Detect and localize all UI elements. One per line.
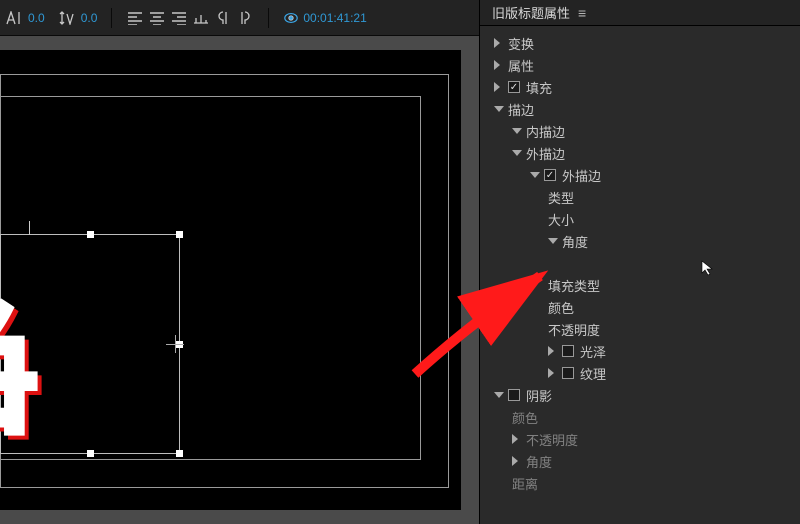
- properties-list: 变换 属性 ✓ 填充 描边 内描边 添加 外描边: [480, 26, 800, 494]
- resize-handle[interactable]: [87, 450, 94, 457]
- toolbar-divider: [111, 8, 112, 28]
- align-left-icon[interactable]: [126, 9, 144, 27]
- title-text-fill-layer: 静: [0, 235, 35, 457]
- prop-shadow-opacity[interactable]: 不透明度: [488, 428, 800, 450]
- kerning-control[interactable]: 0.0: [6, 9, 45, 27]
- resize-handle[interactable]: [176, 450, 183, 457]
- mouse-cursor-icon: [701, 260, 717, 276]
- section-attributes[interactable]: 属性: [488, 54, 800, 76]
- prop-shadow-color: 颜色: [488, 406, 800, 428]
- section-transform[interactable]: 变换: [488, 32, 800, 54]
- prop-angle[interactable]: 角度 0.0 °: [488, 230, 800, 252]
- toolbar-divider: [268, 8, 269, 28]
- title-text-bounding-box[interactable]: 静 静: [0, 234, 180, 454]
- section-stroke[interactable]: 描边: [488, 98, 800, 120]
- resize-handle[interactable]: [87, 231, 94, 238]
- prop-shadow-distance: 距离: [488, 472, 800, 494]
- panel-header: 旧版标题属性 ≡: [480, 0, 800, 26]
- title-text[interactable]: 静 静: [0, 235, 181, 457]
- prop-shadow-angle[interactable]: 角度: [488, 450, 800, 472]
- panel-title: 旧版标题属性: [492, 3, 570, 22]
- twisty-icon[interactable]: [494, 60, 504, 70]
- outer-stroke-checkbox[interactable]: ✓: [544, 169, 556, 181]
- section-outer-stroke[interactable]: 外描边 添加: [488, 142, 800, 164]
- prop-type: 类型 深度: [488, 186, 800, 208]
- twisty-icon[interactable]: [548, 238, 558, 248]
- section-inner-stroke[interactable]: 内描边 添加: [488, 120, 800, 142]
- panel-menu-icon[interactable]: ≡: [578, 5, 586, 21]
- resize-handle[interactable]: [0, 341, 4, 348]
- show-paragraph-icon[interactable]: [214, 9, 232, 27]
- kerning-value[interactable]: 0.0: [28, 11, 45, 25]
- annotation-arrow: [410, 264, 560, 384]
- twisty-icon[interactable]: [530, 172, 540, 182]
- twisty-icon[interactable]: [512, 128, 522, 138]
- section-fill[interactable]: ✓ 填充: [488, 76, 800, 98]
- tab-stops-icon[interactable]: [192, 9, 210, 27]
- twisty-icon[interactable]: [494, 82, 504, 92]
- prop-size: 大小 19.0: [488, 208, 800, 230]
- fill-checkbox[interactable]: ✓: [508, 81, 520, 93]
- kerning-icon: [6, 9, 24, 27]
- twisty-icon[interactable]: [494, 392, 504, 402]
- align-center-icon[interactable]: [148, 9, 166, 27]
- twisty-icon[interactable]: [494, 38, 504, 48]
- show-paragraph-rtl-icon[interactable]: [236, 9, 254, 27]
- timecode-display[interactable]: 00:01:41:21: [303, 11, 366, 25]
- leading-control[interactable]: 0.0: [59, 9, 98, 27]
- texture-checkbox[interactable]: [562, 367, 574, 379]
- twisty-icon[interactable]: [512, 150, 522, 160]
- shadow-checkbox[interactable]: [508, 389, 520, 401]
- twisty-icon[interactable]: [512, 434, 522, 444]
- section-shadow[interactable]: 阴影: [488, 384, 800, 406]
- baseline-marker: [29, 221, 30, 235]
- canvas-area[interactable]: 静 静: [0, 36, 479, 524]
- leading-value[interactable]: 0.0: [81, 11, 98, 25]
- twisty-icon[interactable]: [494, 106, 504, 116]
- align-right-icon[interactable]: [170, 9, 188, 27]
- title-properties-panel: 旧版标题属性 ≡ 变换 属性 ✓ 填充 描边: [480, 0, 800, 524]
- show-video-icon[interactable]: [283, 10, 299, 26]
- twisty-icon[interactable]: [512, 456, 522, 466]
- title-toolbar: 0.0 0.0 00:01:41: [0, 0, 479, 36]
- video-canvas[interactable]: 静 静: [0, 50, 461, 510]
- outer-stroke-item[interactable]: ✓ 外描边 删除 上移: [488, 164, 800, 186]
- resize-handle[interactable]: [176, 231, 183, 238]
- leading-icon: [59, 9, 77, 27]
- title-designer-canvas-pane: 0.0 0.0 00:01:41: [0, 0, 480, 524]
- sheen-checkbox[interactable]: [562, 345, 574, 357]
